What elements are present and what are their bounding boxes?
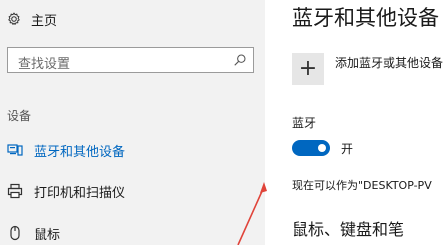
add-device-button[interactable]: +: [292, 53, 324, 85]
sidebar-item-label: 鼠标: [34, 227, 61, 243]
toggle-state-label: 开: [341, 142, 354, 156]
home-label: 主页: [31, 13, 58, 29]
mouse-icon: [7, 225, 23, 241]
discoverable-status-text: 现在可以作为"DESKTOP-PV: [292, 179, 432, 192]
search-input[interactable]: 查找设置: [7, 47, 254, 73]
sidebar-item-bluetooth[interactable]: 蓝牙和其他设备: [7, 139, 257, 161]
page-title: 蓝牙和其他设备: [292, 6, 439, 30]
toggle-knob: [318, 144, 326, 152]
section-title-mouse-keyboard-pen: 鼠标、键盘和笔: [292, 220, 405, 239]
sidebar-item-home[interactable]: 主页: [7, 9, 57, 29]
sidebar-item-label: 打印机和扫描仪: [34, 185, 126, 201]
printer-icon: [7, 183, 23, 199]
gear-icon: [8, 12, 20, 25]
search-placeholder: 查找设置: [18, 57, 71, 72]
section-header-devices: 设备: [7, 109, 32, 123]
plus-icon: +: [298, 56, 318, 81]
sidebar: 主页 查找设置 设备 蓝牙和其他设备 打印机和扫描仪 鼠标: [0, 0, 265, 245]
sidebar-item-label: 蓝牙和其他设备: [34, 144, 126, 160]
bluetooth-devices-icon: [7, 142, 23, 158]
sidebar-item-mouse[interactable]: 鼠标: [7, 222, 257, 244]
sidebar-item-printers[interactable]: 打印机和扫描仪: [7, 180, 257, 202]
bluetooth-label: 蓝牙: [292, 116, 317, 130]
search-icon[interactable]: [233, 53, 247, 67]
bluetooth-toggle[interactable]: [292, 140, 330, 156]
add-device-label[interactable]: 添加蓝牙或其他设备: [335, 54, 443, 71]
